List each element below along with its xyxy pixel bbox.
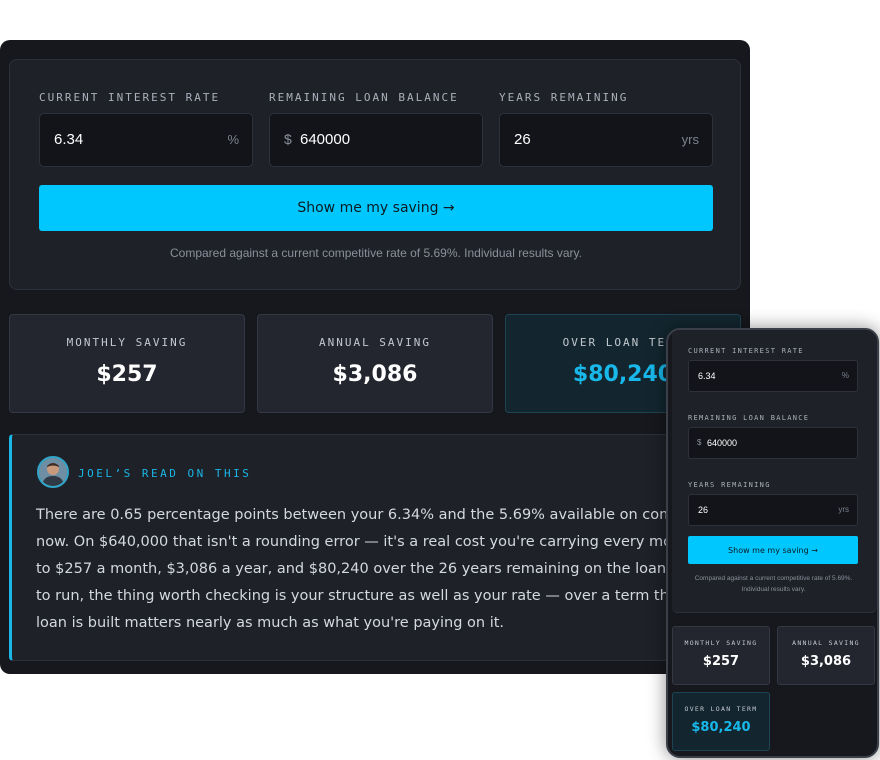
monthly-saving-card: MONTHLY SAVING $257 bbox=[9, 314, 245, 413]
calculator-form-panel: CURRENT INTEREST RATE REMAINING LOAN BAL… bbox=[9, 59, 741, 290]
mobile-annual-label: ANNUAL SAVING bbox=[792, 639, 860, 647]
rate-input-value: 6.34 bbox=[54, 131, 84, 148]
mobile-calculator-window: CURRENT INTEREST RATE 6.34 % REMAINING L… bbox=[666, 328, 879, 758]
commentary-body: There are 0.65 percentage points between… bbox=[36, 507, 741, 631]
mobile-years-label: YEARS REMAINING bbox=[688, 481, 771, 489]
mobile-rate-label: CURRENT INTEREST RATE bbox=[688, 347, 804, 355]
mobile-balance-input[interactable]: $ 640000 bbox=[688, 427, 858, 459]
mobile-annual-value: $3,086 bbox=[800, 654, 852, 669]
mobile-monthly-saving-card: MONTHLY SAVING $257 bbox=[672, 626, 770, 685]
annual-saving-label: ANNUAL SAVING bbox=[318, 336, 432, 349]
mobile-form-panel: CURRENT INTEREST RATE 6.34 % REMAINING L… bbox=[672, 330, 877, 613]
mobile-monthly-label: MONTHLY SAVING bbox=[684, 639, 758, 647]
show-saving-button[interactable]: Show me my saving → bbox=[39, 185, 713, 231]
years-suffix: yrs bbox=[681, 132, 699, 147]
mobile-term-label: OVER LOAN TERM bbox=[684, 705, 758, 713]
mobile-note-line-2: Individual results vary. bbox=[741, 586, 806, 593]
years-input[interactable]: 26 yrs bbox=[499, 113, 713, 167]
mobile-annual-saving-card: ANNUAL SAVING $3,086 bbox=[777, 626, 875, 685]
monthly-saving-label: MONTHLY SAVING bbox=[66, 336, 188, 349]
commentary-title: JOEL’S READ ON THIS bbox=[78, 467, 252, 480]
dollar-prefix: $ bbox=[284, 131, 292, 147]
mobile-years-input[interactable]: 26 yrs bbox=[688, 494, 858, 526]
monthly-saving-value: $257 bbox=[96, 362, 158, 387]
mobile-years-suffix: yrs bbox=[838, 505, 849, 514]
mobile-years-value: 26 bbox=[698, 505, 709, 515]
mobile-balance-label: REMAINING LOAN BALANCE bbox=[688, 414, 810, 422]
mobile-balance-value: 640000 bbox=[707, 438, 738, 448]
years-label: YEARS REMAINING bbox=[499, 91, 629, 104]
advisor-commentary: JOEL’S READ ON THIS There are 0.65 perce… bbox=[9, 434, 741, 661]
annual-saving-card: ANNUAL SAVING $3,086 bbox=[257, 314, 493, 413]
person-avatar-icon bbox=[37, 456, 69, 488]
balance-label: REMAINING LOAN BALANCE bbox=[269, 91, 459, 104]
mobile-show-saving-button[interactable]: Show me my saving → bbox=[688, 536, 858, 564]
mobile-rate-input[interactable]: 6.34 % bbox=[688, 360, 858, 392]
disclaimer-note: Compared against a current competitive r… bbox=[170, 246, 582, 260]
mobile-percent-suffix: % bbox=[841, 371, 849, 380]
annual-saving-value: $3,086 bbox=[332, 362, 418, 387]
mobile-note-line-1: Compared against a current competitive r… bbox=[694, 575, 853, 582]
mobile-loan-term-card: OVER LOAN TERM $80,240 bbox=[672, 692, 770, 751]
mobile-monthly-value: $257 bbox=[702, 654, 740, 669]
mobile-dollar-prefix: $ bbox=[697, 438, 702, 447]
desktop-calculator-window: CURRENT INTEREST RATE REMAINING LOAN BAL… bbox=[0, 40, 750, 674]
balance-input-value: 640000 bbox=[300, 131, 351, 148]
rate-label: CURRENT INTEREST RATE bbox=[39, 91, 221, 104]
balance-input[interactable]: $ 640000 bbox=[269, 113, 483, 167]
percent-suffix: % bbox=[227, 132, 239, 147]
rate-input[interactable]: 6.34 % bbox=[39, 113, 253, 167]
mobile-disclaimer-note: Compared against a current competitive r… bbox=[686, 573, 861, 595]
years-input-value: 26 bbox=[514, 131, 531, 148]
mobile-term-value: $80,240 bbox=[691, 720, 751, 735]
mobile-rate-value: 6.34 bbox=[698, 371, 716, 381]
